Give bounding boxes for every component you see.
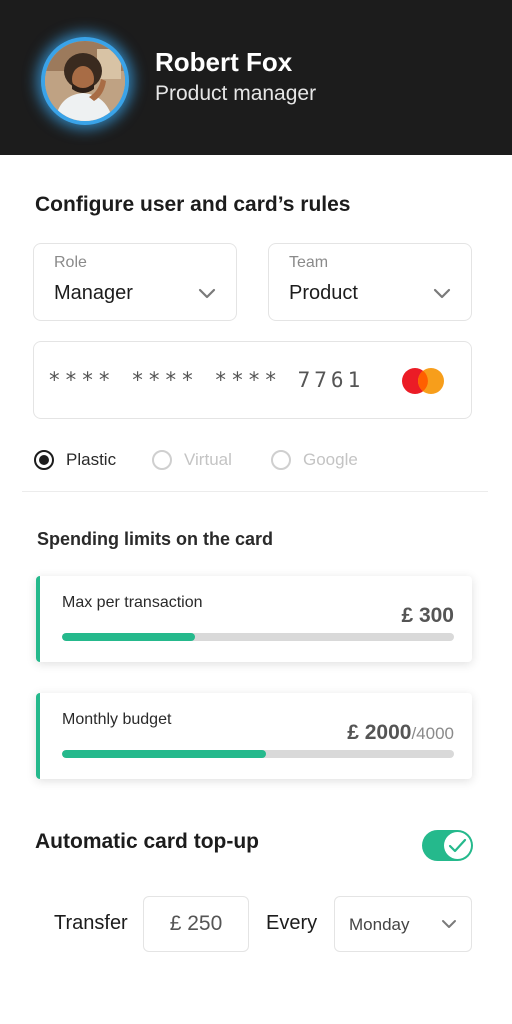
team-select-value: Product [289, 282, 358, 304]
monthly-budget-card[interactable]: Monthly budget £ 2000/4000 [36, 693, 472, 779]
limit-amount: £ 300 [401, 604, 454, 627]
transfer-label: Transfer [54, 912, 128, 934]
avatar-photo-icon [45, 41, 125, 121]
max-per-transaction-card[interactable]: Max per transaction £ 300 [36, 576, 472, 662]
radio-virtual[interactable]: Virtual [152, 449, 232, 471]
radio-label: Plastic [66, 450, 117, 469]
auto-topup-toggle[interactable] [422, 830, 473, 861]
radio-button[interactable] [271, 450, 291, 470]
avatar-ring [41, 37, 129, 125]
radio-google[interactable]: Google [271, 449, 358, 471]
auto-topup-title: Automatic card top-up [35, 830, 259, 853]
transfer-amount-value: £ 250 [169, 912, 223, 935]
transfer-amount-input[interactable]: £ 250 [143, 896, 249, 952]
day-select-value: Monday [349, 915, 410, 934]
check-icon [448, 838, 467, 853]
divider [22, 491, 488, 492]
radio-plastic[interactable]: Plastic [34, 449, 116, 471]
every-label: Every [266, 912, 318, 934]
limit-progress-track[interactable] [62, 633, 454, 641]
limit-total: /4000 [411, 724, 454, 743]
mastercard-logo-icon [402, 368, 444, 394]
chevron-down-icon [433, 288, 451, 299]
user-name: Robert Fox [155, 47, 293, 77]
radio-button[interactable] [152, 450, 172, 470]
chevron-down-icon [198, 288, 216, 299]
spending-limits-title: Spending limits on the card [37, 529, 274, 549]
radio-button[interactable] [34, 450, 54, 470]
budget-progress-track[interactable] [62, 750, 454, 758]
team-select-label: Team [289, 254, 329, 271]
limit-progress-fill [62, 633, 196, 641]
card-type-radio-group: Plastic Virtual Google [34, 449, 474, 471]
radio-label: Google [303, 450, 358, 469]
profile-header: Robert Fox Product manager [0, 0, 512, 155]
card-number-field[interactable]: **** **** **** 7761 [33, 341, 472, 419]
team-select[interactable]: Team Product [268, 243, 472, 321]
budget-progress-fill [62, 750, 266, 758]
day-select[interactable]: Monday [334, 896, 472, 952]
chevron-down-icon [442, 920, 456, 928]
limit-amount: £ 2000/4000 [347, 721, 454, 744]
role-select-value: Manager [54, 282, 133, 304]
limit-label: Max per transaction [62, 594, 203, 611]
limit-label: Monthly budget [62, 711, 172, 728]
avatar[interactable] [45, 41, 125, 121]
user-role: Product manager [155, 82, 317, 105]
section-title: Configure user and card’s rules [35, 193, 351, 216]
role-select[interactable]: Role Manager [33, 243, 237, 321]
role-select-label: Role [54, 254, 87, 271]
toggle-knob [444, 832, 471, 859]
radio-label: Virtual [184, 450, 232, 469]
card-number: **** **** **** 7761 [48, 368, 365, 392]
